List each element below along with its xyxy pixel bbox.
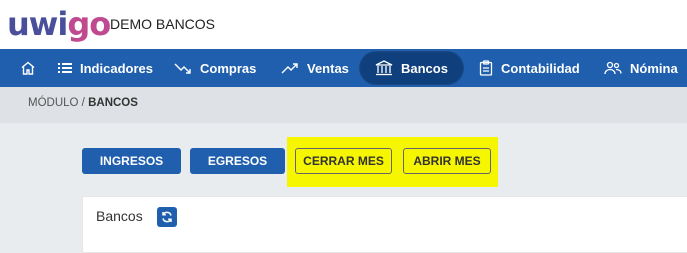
nav-nomina-label: Nómina [630,60,678,76]
breadcrumb: MÓDULO / BANCOS [0,87,687,123]
nav-contabilidad[interactable]: Contabilidad [479,49,580,87]
ingresos-button[interactable]: INGRESOS [82,148,181,174]
nav-ventas-label: Ventas [307,60,349,76]
nav-contabilidad-label: Contabilidad [501,60,580,76]
home-icon [21,61,35,75]
abrir-mes-button[interactable]: ABRIR MES [403,148,491,174]
list-icon [58,63,72,73]
nav-indicadores[interactable]: Indicadores [58,49,153,87]
users-icon [604,61,622,75]
refresh-button[interactable] [157,207,177,227]
cerrar-mes-button[interactable]: CERRAR MES [295,148,392,174]
clipboard-icon [479,60,493,76]
refresh-icon [162,211,172,223]
trend-down-icon [174,63,191,74]
logo-text-part2: go [67,5,111,43]
nav-bancos-label: Bancos [401,60,448,76]
nav-nomina[interactable]: Nómina [604,49,678,87]
logo-text-part1: uwi [7,5,68,43]
trend-up-icon [281,63,298,74]
nav-home[interactable] [20,49,44,87]
top-header: uwigo DEMO BANCOS [0,0,687,49]
company-name: DEMO BANCOS [110,16,216,32]
nav-compras[interactable]: Compras [174,49,256,87]
bank-icon [375,60,393,76]
card-title: Bancos [96,208,143,224]
uwigo-logo[interactable]: uwigo [7,5,111,43]
egresos-button[interactable]: EGRESOS [190,148,285,174]
nav-compras-label: Compras [200,60,257,76]
breadcrumb-module[interactable]: MÓDULO / [28,97,85,109]
breadcrumb-text: MÓDULO / BANCOS [28,97,138,109]
nav-bancos[interactable]: Bancos [359,51,464,85]
nav-ventas[interactable]: Ventas [281,49,349,87]
breadcrumb-current: BANCOS [88,97,138,109]
nav-indicadores-label: Indicadores [80,60,153,76]
main-navbar: Indicadores Compras Ventas Bancos Contab… [0,49,687,87]
bancos-card: Bancos [82,196,687,253]
